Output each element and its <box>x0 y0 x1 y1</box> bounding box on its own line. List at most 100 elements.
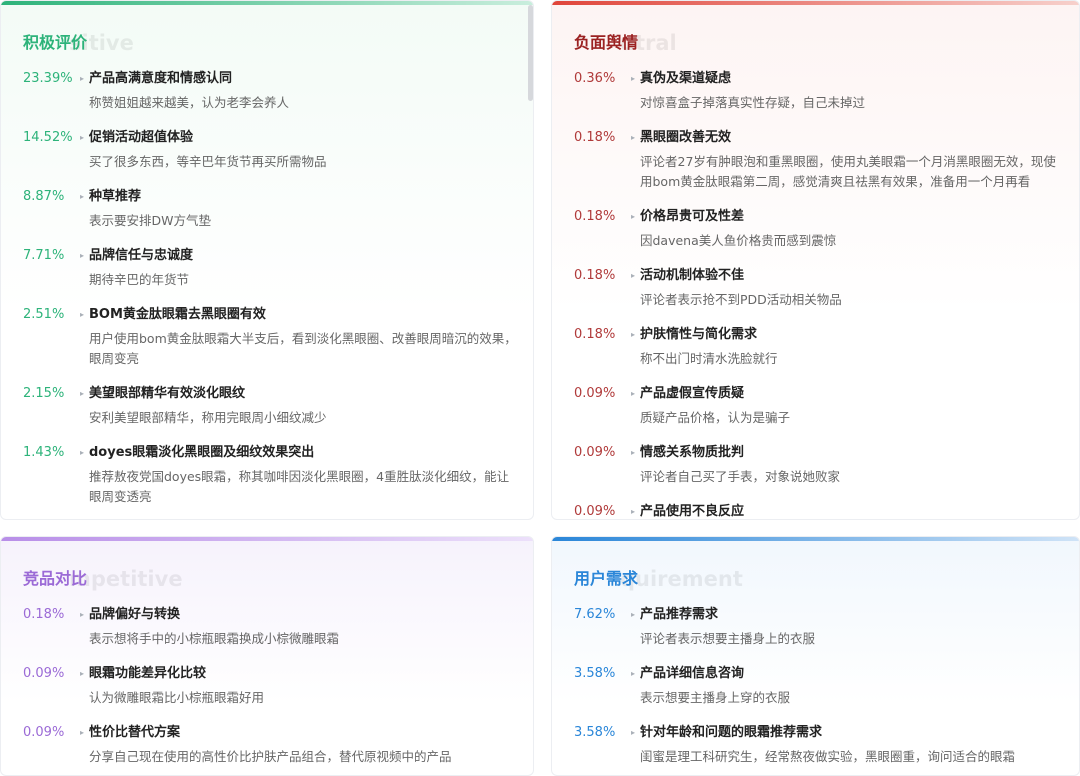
bullet-icon: ▸ <box>630 212 635 221</box>
item-row: 0.36% ▸ 真伪及渠道疑虑 <box>574 69 1065 89</box>
item-title: 真伪及渠道疑虑 <box>640 71 732 86</box>
list-item: 0.18% ▸ 活动机制体验不佳评论者表示抢不到PDD活动相关物品 <box>574 266 1065 310</box>
card-title: quirement 用户需求 <box>574 567 743 591</box>
list-item: 0.09% ▸ 情感关系物质批判 评论者自己买了手表，对象说她败家 <box>574 443 1065 487</box>
list-item: 2.51% ▸ BOM黄金肽眼霜去黑眼圈有效用户使用bom黄金肽眼霜大半支后，看到淡… <box>23 305 519 369</box>
list-item: 2.15% ▸ 美望眼部精华有效淡化眼纹安利美望眼部精华，称用完眼周小细纹减少 <box>23 384 519 428</box>
item-title: 美望眼部精华有效淡化眼纹 <box>89 386 246 401</box>
item-title: 产品使用不良反应 <box>640 504 745 519</box>
card-title-text: 竞品对比 <box>23 569 88 588</box>
item-percentage: 0.09% <box>574 445 616 460</box>
bullet-icon: ▸ <box>79 74 84 83</box>
item-description: 认为微雕眼霜比小棕瓶眼霜好用 <box>89 690 265 705</box>
item-title: 产品推荐需求 <box>640 607 719 622</box>
bullet-icon: ▸ <box>79 610 84 619</box>
competitive-card: mpetitive 竞品对比 0.18% ▸ 品牌偏好与转换 表示想将手中的小棕瓶眼霜… <box>0 536 534 776</box>
item-description: 评论者表示抢不到PDD活动相关物品 <box>640 292 842 307</box>
item-percentage: 2.51% <box>23 307 65 322</box>
list-item: 1.43% ▸ doyes眼霜淡化黑眼圈及细纹效果突出 推荐敖夜党国doyes眼霜，称… <box>23 443 519 507</box>
positive-review-card: sitive 积极评价 23.39% ▸ 产品高满意度和情感认同 称赞姐姐越来越美，认… <box>0 0 534 520</box>
item-title: 产品虚假宣传质疑 <box>640 386 745 401</box>
item-title: 情感关系物质批判 <box>640 445 745 460</box>
item-percentage: 7.62% <box>574 607 616 622</box>
item-description: 用户使用bom黄金肽眼霜大半支后，看到淡化黑眼圈、改善眼周暗沉的效果，眼周变亮 <box>89 331 517 366</box>
item-row: 0.09% ▸ 眼霜功能差异化比较 <box>23 664 519 684</box>
item-title: doyes眼霜淡化黑眼圈及细纹效果突出 <box>89 445 315 460</box>
list-item: 0.18% ▸ 黑眼圈改善无效 评论者27岁有肿眼泡和重黑眼圈，使用丸美眼霜一个月消黑… <box>574 128 1065 192</box>
card-title-text: 积极评价 <box>23 33 88 52</box>
bullet-icon: ▸ <box>630 74 635 83</box>
item-title: 品牌信任与忠诚度 <box>89 248 194 263</box>
bullet-icon: ▸ <box>79 389 84 398</box>
card-title: sitive 积极评价 <box>23 31 134 55</box>
item-percentage: 8.87% <box>23 189 65 204</box>
card-accent-bar <box>1 1 533 5</box>
list-item: 7.62% ▸ 产品推荐需求评论者表示想要主播身上的衣服 <box>574 605 1065 649</box>
item-description: 表示要安排DW方气垫 <box>89 213 211 228</box>
card-accent-bar <box>552 537 1079 541</box>
competitive-list: 0.18% ▸ 品牌偏好与转换 表示想将手中的小棕瓶眼霜换成小棕微雕眼霜 0.09% ▸ 眼… <box>23 605 519 767</box>
item-title: 性价比替代方案 <box>89 725 181 740</box>
item-description: 安利美望眼部精华，称用完眼周小细纹减少 <box>89 410 327 425</box>
item-percentage: 0.18% <box>574 130 616 145</box>
item-percentage: 0.36% <box>574 71 616 86</box>
card-title-text: 用户需求 <box>574 569 639 588</box>
bullet-icon: ▸ <box>630 330 635 339</box>
item-row: 23.39% ▸ 产品高满意度和情感认同 <box>23 69 519 89</box>
bullet-icon: ▸ <box>79 669 84 678</box>
item-row: 2.15% ▸ 美望眼部精华有效淡化眼纹 <box>23 384 519 404</box>
item-description: 表示想要主播身上穿的衣服 <box>640 690 791 705</box>
item-row: 3.58% ▸ 产品详细信息咨询 <box>574 664 1065 684</box>
item-description: 评论者表示想要主播身上的衣服 <box>640 631 816 646</box>
item-row: 2.51% ▸ BOM黄金肽眼霜去黑眼圈有效 <box>23 305 519 325</box>
bullet-icon: ▸ <box>630 507 635 516</box>
list-item: 14.52% ▸ 促销活动超值体验买了很多东西，等辛巴年货节再买所需物品 <box>23 128 519 172</box>
item-title: 产品高满意度和情感认同 <box>89 71 233 86</box>
scrollbar-thumb[interactable] <box>528 5 533 101</box>
list-item: 0.18% ▸ 价格昂贵可及性差 因davena美人鱼价格贵而感到震惊 <box>574 207 1065 251</box>
item-title: 产品详细信息咨询 <box>640 666 745 681</box>
item-description: 买了很多东西，等辛巴年货节再买所需物品 <box>89 154 327 169</box>
negative-sentiment-card: utral 负面舆情 0.36% ▸ 真伪及渠道疑虑对惊喜盒子掉落真实性存疑，自己未… <box>551 0 1080 520</box>
item-description: 质疑产品价格，认为是骗子 <box>640 410 791 425</box>
item-title: 价格昂贵可及性差 <box>640 209 745 224</box>
item-percentage: 0.18% <box>574 327 616 342</box>
item-row: 0.18% ▸ 黑眼圈改善无效 <box>574 128 1065 148</box>
item-row: 0.18% ▸ 品牌偏好与转换 <box>23 605 519 625</box>
bullet-icon: ▸ <box>79 251 84 260</box>
bullet-icon: ▸ <box>79 728 84 737</box>
positive-list: 23.39% ▸ 产品高满意度和情感认同 称赞姐姐越来越美，认为老李会养人 14.52%… <box>23 69 519 507</box>
list-item: 0.09% ▸ 产品使用不良反应 <box>574 502 1065 519</box>
list-item: 0.09% ▸ 性价比替代方案分享自己现在使用的高性价比护肤产品组合，替代原视频中的… <box>23 723 519 767</box>
item-title: 种草推荐 <box>89 189 142 204</box>
bullet-icon: ▸ <box>79 310 84 319</box>
bullet-icon: ▸ <box>630 610 635 619</box>
item-title: BOM黄金肽眼霜去黑眼圈有效 <box>89 307 266 322</box>
item-row: 0.18% ▸ 活动机制体验不佳 <box>574 266 1065 286</box>
item-description: 分享自己现在使用的高性价比护肤产品组合，替代原视频中的产品 <box>89 749 452 764</box>
bullet-icon: ▸ <box>630 133 635 142</box>
item-title: 护肤惰性与简化需求 <box>640 327 758 342</box>
item-description: 因davena美人鱼价格贵而感到震惊 <box>640 233 837 248</box>
card-title: utral 负面舆情 <box>574 31 677 55</box>
bullet-icon: ▸ <box>79 192 84 201</box>
list-item: 0.18% ▸ 护肤惰性与简化需求 称不出门时清水洗脸就行 <box>574 325 1065 369</box>
list-item: 0.36% ▸ 真伪及渠道疑虑对惊喜盒子掉落真实性存疑，自己未掉过 <box>574 69 1065 113</box>
item-row: 1.43% ▸ doyes眼霜淡化黑眼圈及细纹效果突出 <box>23 443 519 463</box>
list-item: 0.18% ▸ 品牌偏好与转换 表示想将手中的小棕瓶眼霜换成小棕微雕眼霜 <box>23 605 519 649</box>
item-percentage: 2.15% <box>23 386 65 401</box>
list-item: 0.09% ▸ 产品虚假宣传质疑 质疑产品价格，认为是骗子 <box>574 384 1065 428</box>
item-percentage: 0.09% <box>23 666 65 681</box>
card-title-ghost: quirement <box>620 567 743 591</box>
item-description: 期待辛巴的年货节 <box>89 272 190 287</box>
card-title-text: 负面舆情 <box>574 33 639 52</box>
item-percentage: 0.09% <box>574 504 616 519</box>
card-accent-bar <box>552 1 1079 5</box>
requirement-list: 7.62% ▸ 产品推荐需求评论者表示想要主播身上的衣服 3.58% ▸ 产品详细信息咨询… <box>574 605 1065 767</box>
item-description: 评论者自己买了手表，对象说她败家 <box>640 469 841 484</box>
item-description: 对惊喜盒子掉落真实性存疑，自己未掉过 <box>640 95 866 110</box>
item-title: 活动机制体验不佳 <box>640 268 745 283</box>
item-row: 14.52% ▸ 促销活动超值体验 <box>23 128 519 148</box>
bullet-icon: ▸ <box>79 448 84 457</box>
item-percentage: 0.09% <box>23 725 65 740</box>
